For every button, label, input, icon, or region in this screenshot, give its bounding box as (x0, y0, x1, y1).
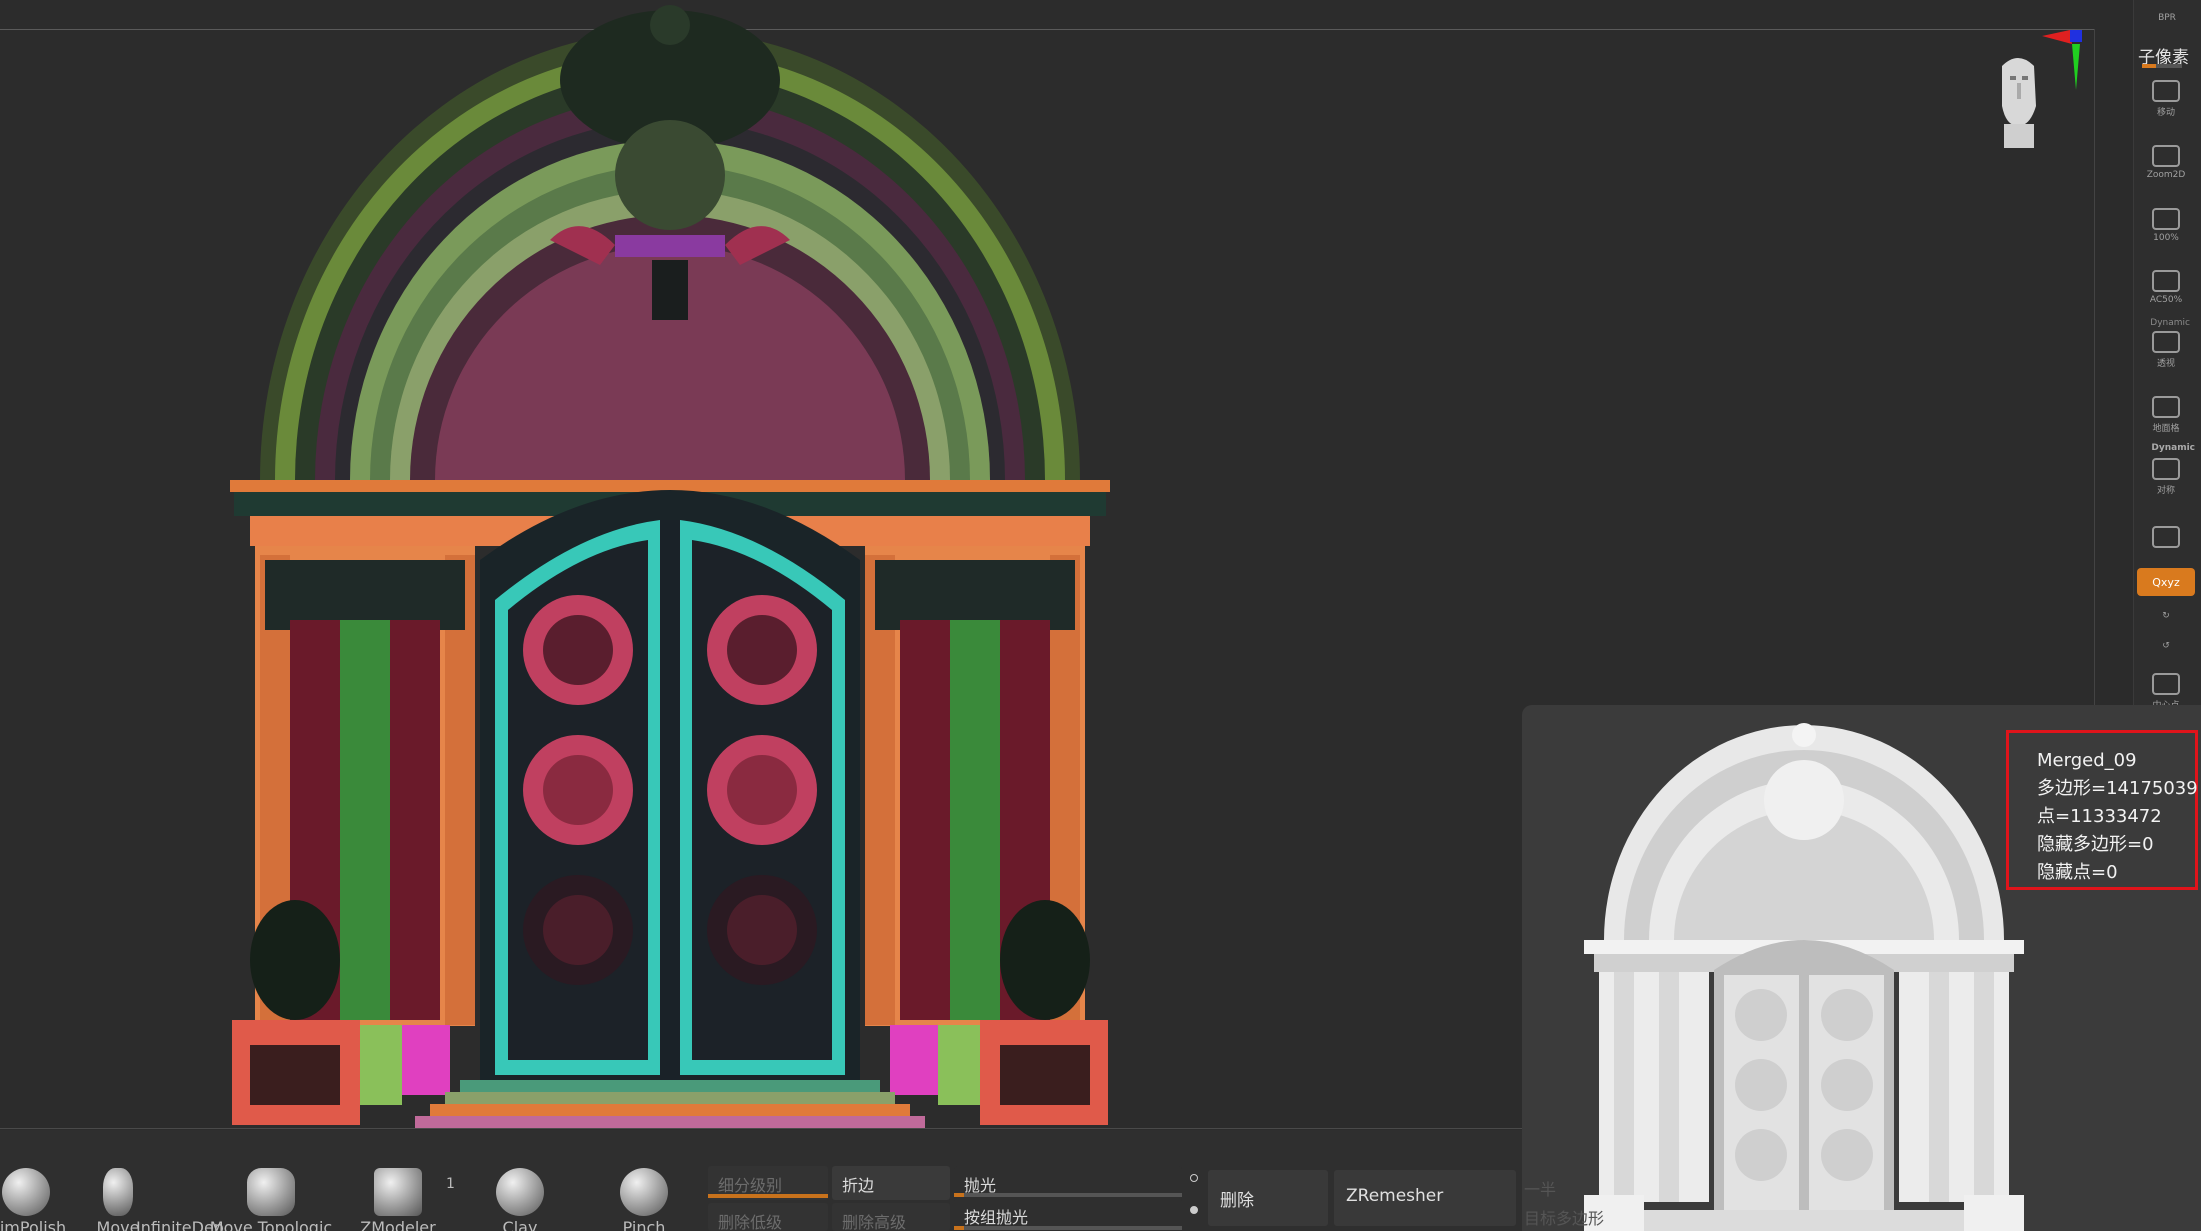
delete-higher-button[interactable]: 删除高级 (832, 1203, 950, 1231)
polish-by-groups-track[interactable] (954, 1226, 1182, 1230)
symmetry-button[interactable]: 对称 (2137, 450, 2195, 504)
symmetry-label: 对称 (2156, 486, 2175, 496)
brush-zmodeler[interactable]: ZModeler (338, 1168, 458, 1231)
y-rotate-button[interactable]: ↻ (2137, 600, 2195, 628)
brush-count: 1 (446, 1176, 455, 1192)
hand-icon (2152, 80, 2180, 102)
brush-label: ZModeler (360, 1218, 436, 1231)
lock-camera-button[interactable] (2137, 510, 2195, 564)
navigation-head-gizmo[interactable] (1990, 28, 2100, 158)
brush-label: Clay (502, 1218, 538, 1231)
clay-brush-icon (496, 1168, 544, 1216)
zoom2d-label: Zoom2D (2146, 169, 2186, 180)
target-polygons-label: 目标多边形 (1524, 1209, 1605, 1228)
point-count: 点=11333472 (2037, 806, 2162, 827)
delete-button[interactable]: 删除 (1208, 1170, 1328, 1226)
hidden-point-count: 隐藏点=0 (2037, 862, 2118, 883)
crease-button[interactable]: 折边 (832, 1166, 950, 1200)
perspective-grid-icon (2152, 331, 2180, 353)
perspective-button[interactable]: 透视 (2137, 323, 2195, 377)
zbrush-app: BPR 子像素 移动 Zoom2D 100% AC50% Dynamic 透视 … (0, 0, 2201, 1231)
brush-label: Pinch (622, 1218, 666, 1231)
brush-clay[interactable]: Clay (460, 1168, 580, 1231)
zoom-actual-icon (2152, 207, 2180, 230)
half-label: 一半 (1524, 1180, 1557, 1199)
brush-move-topologic[interactable]: Move Topologic (206, 1168, 336, 1231)
subpixel-slider[interactable] (2142, 64, 2182, 68)
group-polish-toggle[interactable] (1190, 1206, 1198, 1214)
bpr-label: BPR (2158, 12, 2176, 23)
xyz-rotate-label: Qxyz (2152, 575, 2180, 589)
brush-trimpolish[interactable]: TrimPolish (0, 1168, 86, 1231)
rotate-y-icon: ↻ (2162, 610, 2170, 621)
brush-pinch[interactable]: Pinch (584, 1168, 704, 1231)
floor-grid-label: 地面格 (2152, 424, 2180, 434)
move-brush-icon (103, 1168, 133, 1216)
pinch-brush-icon (620, 1168, 668, 1216)
move-view-label: 移动 (2156, 108, 2175, 118)
delete-lower-button[interactable]: 删除低级 (708, 1203, 828, 1231)
zoom-icon (2152, 144, 2180, 167)
center-point-icon (2152, 673, 2180, 695)
z-rotate-button[interactable]: ↺ (2137, 630, 2195, 658)
perspective-label: 透视 (2156, 359, 2175, 369)
brush-label: Move Topologic (209, 1218, 333, 1231)
mesh-name: Merged_09 (2037, 750, 2137, 771)
zoom2d-button[interactable]: Zoom2D (2137, 135, 2195, 189)
move-view-button[interactable]: 移动 (2137, 72, 2195, 126)
zremesher-button[interactable]: ZRemesher (1334, 1170, 1516, 1226)
brush-label: InfiniteDep (136, 1218, 224, 1231)
zoom100-label: 100% (2153, 232, 2179, 243)
ac50-label: AC50% (2149, 294, 2183, 305)
brush-label: TrimPolish (0, 1218, 67, 1231)
bpr-button[interactable]: BPR (2138, 0, 2196, 32)
polish-track[interactable] (954, 1193, 1182, 1197)
trimpolish-brush-icon (2, 1168, 50, 1216)
polish-toggle[interactable] (1190, 1174, 1198, 1182)
gate-model-polygroups[interactable] (220, 0, 1120, 1130)
lock-icon (2152, 526, 2180, 548)
symmetry-icon (2152, 458, 2180, 480)
hidden-polygon-count: 隐藏多边形=0 (2037, 834, 2154, 855)
zmodeler-brush-icon (374, 1168, 422, 1216)
mesh-info-highlight: Merged_09 多边形=14175039 点=11333472 隐藏多边形=… (2006, 730, 2198, 890)
gate-model-preview[interactable] (1584, 715, 2024, 1231)
rotate-z-icon: ↺ (2162, 640, 2170, 651)
brush-infinitedep[interactable]: InfiniteDep (136, 1168, 224, 1231)
subdiv-level-track[interactable] (708, 1194, 828, 1198)
polygon-count: 多边形=14175039 (2037, 778, 2198, 799)
zoom-half-icon (2152, 269, 2180, 292)
zoom100-button[interactable]: 100% (2137, 198, 2195, 252)
ac50-button[interactable]: AC50% (2137, 260, 2195, 314)
move-topologic-brush-icon (247, 1168, 295, 1216)
floor-grid-button[interactable]: 地面格 (2137, 388, 2195, 442)
floor-grid-icon (2152, 396, 2180, 418)
xyz-rotate-button[interactable]: Qxyz (2137, 568, 2195, 596)
